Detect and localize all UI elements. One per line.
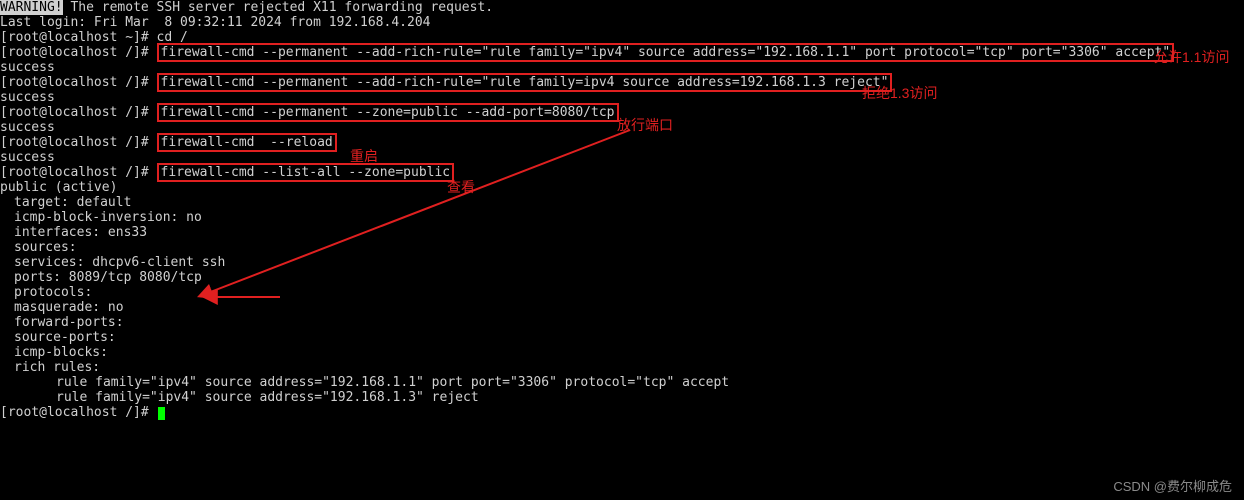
prompt-root: [root@localhost /]# (0, 45, 157, 60)
prompt-home: [root@localhost ~]# (0, 30, 157, 45)
prompt-final[interactable]: [root@localhost /]# (0, 405, 1244, 420)
list-icmp-inv: icmp-block-inversion: no (0, 210, 1244, 225)
list-masq: masquerade: no (0, 300, 1244, 315)
cmd-line-rule1: [root@localhost /]# firewall-cmd --perma… (0, 45, 1244, 60)
terminal-window[interactable]: WARNING! The remote SSH server rejected … (0, 0, 1244, 500)
last-login-line: Last login: Fri Mar 8 09:32:11 2024 from… (0, 15, 1244, 30)
list-services: services: dhcpv6-client ssh (0, 255, 1244, 270)
warning-text: The remote SSH server rejected X11 forwa… (63, 0, 493, 15)
watermark: CSDN @费尔柳成危 (1113, 479, 1232, 494)
list-fwd: forward-ports: (0, 315, 1244, 330)
list-ports: ports: 8089/tcp 8080/tcp (0, 270, 1244, 285)
cmd-line-listall: [root@localhost /]# firewall-cmd --list-… (0, 165, 1244, 180)
warning-line: WARNING! The remote SSH server rejected … (0, 0, 1244, 15)
list-rich-rule2: rule family="ipv4" source address="192.1… (0, 390, 1244, 405)
prompt-root: [root@localhost /]# (0, 105, 157, 120)
prompt-root: [root@localhost /]# (0, 135, 157, 150)
list-rich: rich rules: (0, 360, 1244, 375)
list-rich-rule1: rule family="ipv4" source address="192.1… (0, 375, 1244, 390)
list-srcports: source-ports: (0, 330, 1244, 345)
prompt-root: [root@localhost /]# (0, 75, 157, 90)
list-target: target: default (0, 195, 1244, 210)
list-icmp: icmp-blocks: (0, 345, 1244, 360)
prompt-root: [root@localhost /]# (0, 165, 157, 180)
cursor-icon (158, 407, 165, 420)
cmd-line-reload: [root@localhost /]# firewall-cmd --reloa… (0, 135, 1244, 150)
list-zone: public (active) (0, 180, 1244, 195)
cmd-line-rule2: [root@localhost /]# firewall-cmd --perma… (0, 75, 1244, 90)
warning-label: WARNING! (0, 0, 63, 15)
list-ifaces: interfaces: ens33 (0, 225, 1244, 240)
list-protocols: protocols: (0, 285, 1244, 300)
cmd-line-addport: [root@localhost /]# firewall-cmd --perma… (0, 105, 1244, 120)
list-sources: sources: (0, 240, 1244, 255)
prompt-root: [root@localhost /]# (0, 405, 157, 420)
